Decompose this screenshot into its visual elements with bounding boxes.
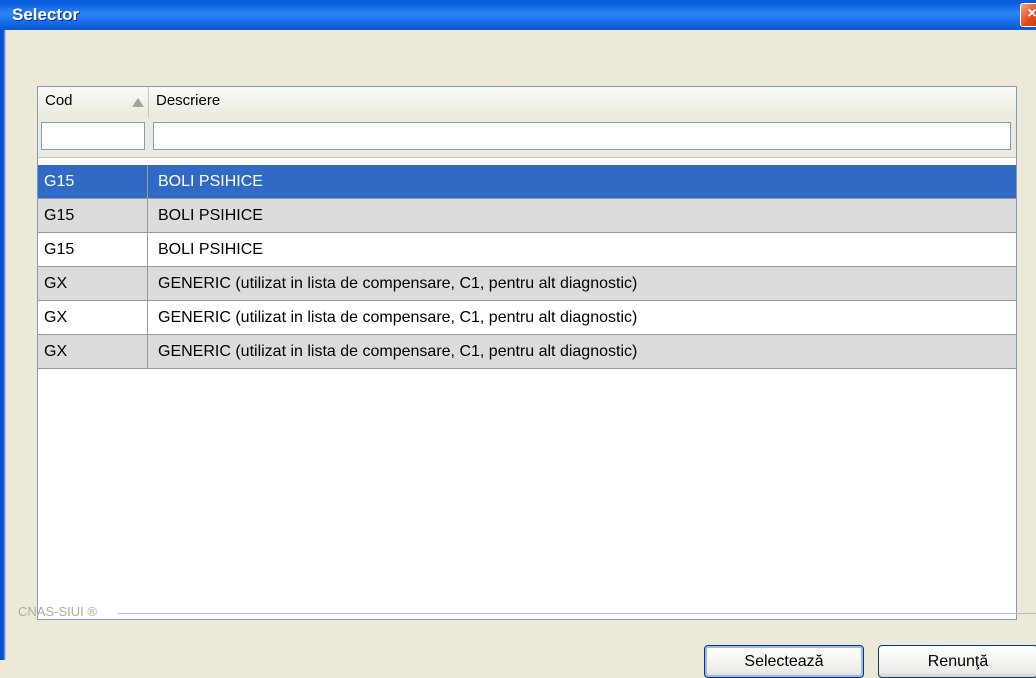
window-frame — [0, 30, 12, 660]
title-bar: Selector × — [0, 0, 1036, 31]
window-title: Selector — [12, 5, 80, 24]
footer-divider — [118, 613, 1036, 614]
table-row[interactable]: GX GENERIC (utilizat in lista de compensa… — [38, 301, 1016, 335]
column-header-cod[interactable]: Cod — [38, 87, 149, 117]
table-row[interactable]: GX GENERIC (utilizat in lista de compensa… — [38, 335, 1016, 369]
sort-ascending-icon — [132, 98, 144, 107]
column-header-descriere-label: Descriere — [156, 92, 221, 109]
cell-cod: G15 — [38, 199, 148, 232]
cell-cod: GX — [38, 335, 148, 368]
close-icon[interactable]: × — [1020, 3, 1036, 27]
descriere-filter-input[interactable] — [153, 122, 1011, 150]
cell-cod: G15 — [38, 233, 148, 266]
column-header-descriere[interactable]: Descriere — [149, 87, 1015, 117]
cell-descriere: BOLI PSIHICE — [158, 241, 263, 258]
cell-descriere: BOLI PSIHICE — [158, 207, 263, 224]
cell-cod: G15 — [38, 165, 148, 198]
select-button[interactable]: Selectează — [704, 645, 864, 678]
cell-descriere: GENERIC (utilizat in lista de compensare… — [158, 343, 638, 360]
cell-descriere: GENERIC (utilizat in lista de compensare… — [158, 275, 638, 292]
table-row[interactable]: GX GENERIC (utilizat in lista de compensa… — [38, 267, 1016, 301]
table-row[interactable]: G15 BOLI PSIHICE — [38, 199, 1016, 233]
cancel-button[interactable]: Renunţă — [878, 645, 1036, 678]
table-row[interactable]: G15 BOLI PSIHICE — [38, 233, 1016, 267]
cod-filter-input[interactable] — [41, 122, 145, 150]
dialog-body: Cod Descriere G15 BOLI PSIHICE G15 BOLI PSI… — [12, 30, 1036, 678]
filter-row — [38, 117, 1016, 158]
cell-cod: GX — [38, 301, 148, 334]
cell-descriere: BOLI PSIHICE — [158, 173, 263, 190]
cell-cod: GX — [38, 267, 148, 300]
selector-grid: Cod Descriere G15 BOLI PSIHICE G15 BOLI PSI… — [37, 86, 1017, 620]
grid-header: Cod Descriere — [38, 87, 1016, 118]
cell-descriere: GENERIC (utilizat in lista de compensare… — [158, 309, 638, 326]
table-row[interactable]: G15 BOLI PSIHICE — [38, 165, 1016, 199]
column-header-cod-label: Cod — [45, 92, 73, 109]
brand-label: CNAS-SIUI ® — [18, 604, 97, 619]
